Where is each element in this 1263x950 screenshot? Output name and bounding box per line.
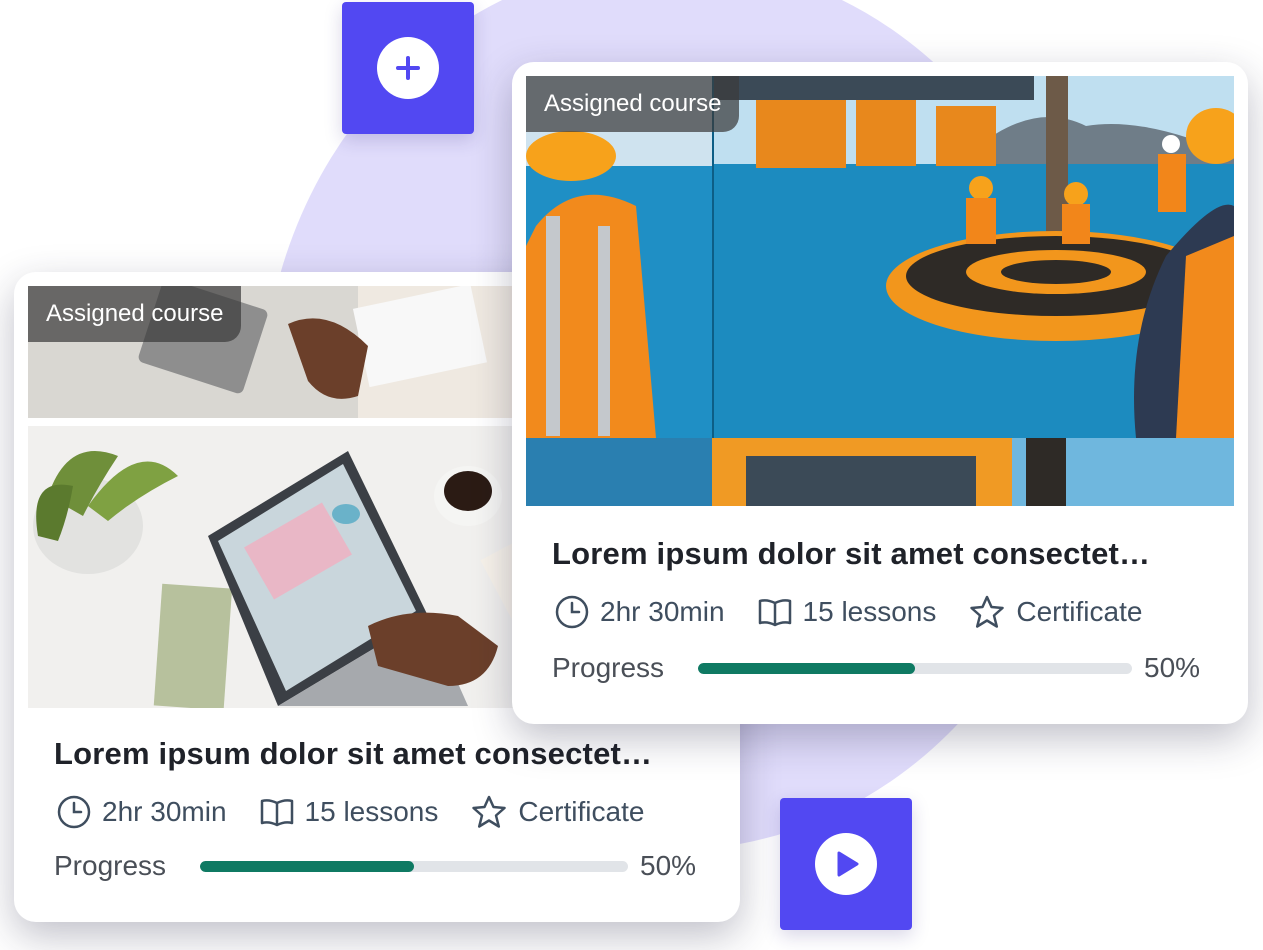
course-title[interactable]: Lorem ipsum dolor sit amet consectet… <box>552 536 1150 572</box>
assigned-course-badge: Assigned course <box>526 76 740 132</box>
progress-label: Progress <box>54 850 167 881</box>
course-image: Assigned course <box>526 76 1234 506</box>
plus-icon <box>396 56 420 80</box>
course-meta: 2hr 30min 15 lessons Certificate <box>554 594 1142 630</box>
lessons-text: 15 lessons <box>304 796 439 827</box>
lessons: 15 lessons <box>259 794 439 830</box>
star-icon <box>970 595 1005 628</box>
play-button-circle <box>815 833 877 895</box>
progress-row: Progress 50% <box>54 850 696 882</box>
offshore-workers-illustration <box>526 76 1234 506</box>
course-title[interactable]: Lorem ipsum dolor sit amet consectet… <box>54 736 652 772</box>
duration-text: 2hr 30min <box>600 596 725 627</box>
lessons: 15 lessons <box>757 594 937 630</box>
book-icon <box>260 799 293 827</box>
assigned-course-badge: Assigned course <box>28 286 242 342</box>
book-icon <box>758 599 791 627</box>
duration-text: 2hr 30min <box>102 796 227 827</box>
add-button[interactable] <box>342 2 474 134</box>
certificate: Certificate <box>968 594 1142 630</box>
progress-fill <box>698 662 915 674</box>
certificate: Certificate <box>470 794 644 830</box>
progress-percent: 50% <box>1144 652 1201 683</box>
progress-row: Progress 50% <box>552 652 1200 684</box>
play-button[interactable] <box>780 798 912 930</box>
progress-fill <box>200 860 414 872</box>
progress-bar <box>698 662 1132 674</box>
lessons-text: 15 lessons <box>802 596 937 627</box>
add-button-circle <box>377 37 439 99</box>
certificate-text: Certificate <box>518 796 645 827</box>
progress-label: Progress <box>552 652 665 683</box>
duration: 2hr 30min <box>554 594 725 630</box>
play-icon <box>837 851 859 877</box>
progress-bar <box>200 860 628 872</box>
course-card[interactable]: Assigned course Lorem ipsum dolor sit am… <box>512 62 1248 724</box>
progress-percent: 50% <box>640 850 697 881</box>
clock-icon <box>57 795 91 829</box>
star-icon <box>472 795 507 828</box>
certificate-text: Certificate <box>1016 596 1143 627</box>
clock-icon <box>555 595 589 629</box>
course-meta: 2hr 30min 15 lessons Certificate <box>56 794 644 830</box>
duration: 2hr 30min <box>56 794 227 830</box>
